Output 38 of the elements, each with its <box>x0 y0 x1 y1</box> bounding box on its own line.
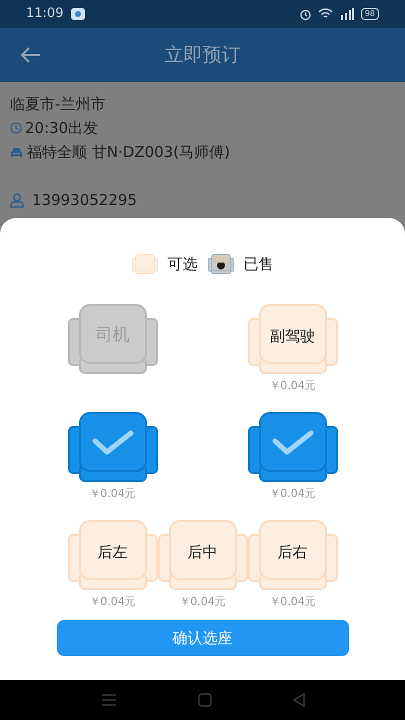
sold-seat-icon <box>208 254 234 274</box>
seat-icon <box>248 412 338 482</box>
seat-price: ￥0.04元 <box>89 486 136 502</box>
phone-number: 13993052295 <box>32 190 137 211</box>
alarm-icon <box>298 8 312 20</box>
seat-button[interactable]: 后中 <box>158 520 248 590</box>
person-icon <box>10 192 24 208</box>
legend-label: 已售 <box>244 254 274 275</box>
seat-button[interactable] <box>248 412 338 482</box>
wifi-icon <box>318 8 333 20</box>
battery-level: 98 <box>360 8 379 20</box>
available-seat-icon <box>132 254 158 274</box>
seat-button[interactable]: 后左 <box>68 520 158 590</box>
route-text: 临夏市-兰州市 <box>10 94 106 115</box>
seat-icon <box>248 520 338 590</box>
departure-time: 20:30出发 <box>25 118 98 139</box>
checkmark-icon <box>92 430 134 456</box>
seat-price: ￥0.04元 <box>89 594 136 610</box>
seat-icon <box>158 520 248 590</box>
seat-button[interactable]: 后右 <box>248 520 338 590</box>
seat-price: ￥0.04元 <box>269 486 316 502</box>
seat-icon <box>248 304 338 374</box>
clock-icon <box>10 122 22 134</box>
app-notification-icon <box>71 8 86 20</box>
seat-price: ￥0.04元 <box>269 378 316 394</box>
seat-price: ￥0.04元 <box>179 594 226 610</box>
car-icon <box>10 146 23 158</box>
status-time: 11:09 <box>26 5 64 24</box>
page-title: 立即预订 <box>164 42 240 68</box>
seat-button[interactable]: 副驾驶 <box>248 304 338 374</box>
seat-icon <box>68 520 158 590</box>
vehicle-text: 福特全顺 甘N·DZ003(马师傅) <box>27 142 230 163</box>
legend-label: 可选 <box>168 254 198 275</box>
signal-icon <box>338 8 355 20</box>
seat-button[interactable] <box>68 412 158 482</box>
seat-icon <box>68 412 158 482</box>
checkmark-icon <box>272 430 314 456</box>
seat-price: ￥0.04元 <box>269 594 316 610</box>
